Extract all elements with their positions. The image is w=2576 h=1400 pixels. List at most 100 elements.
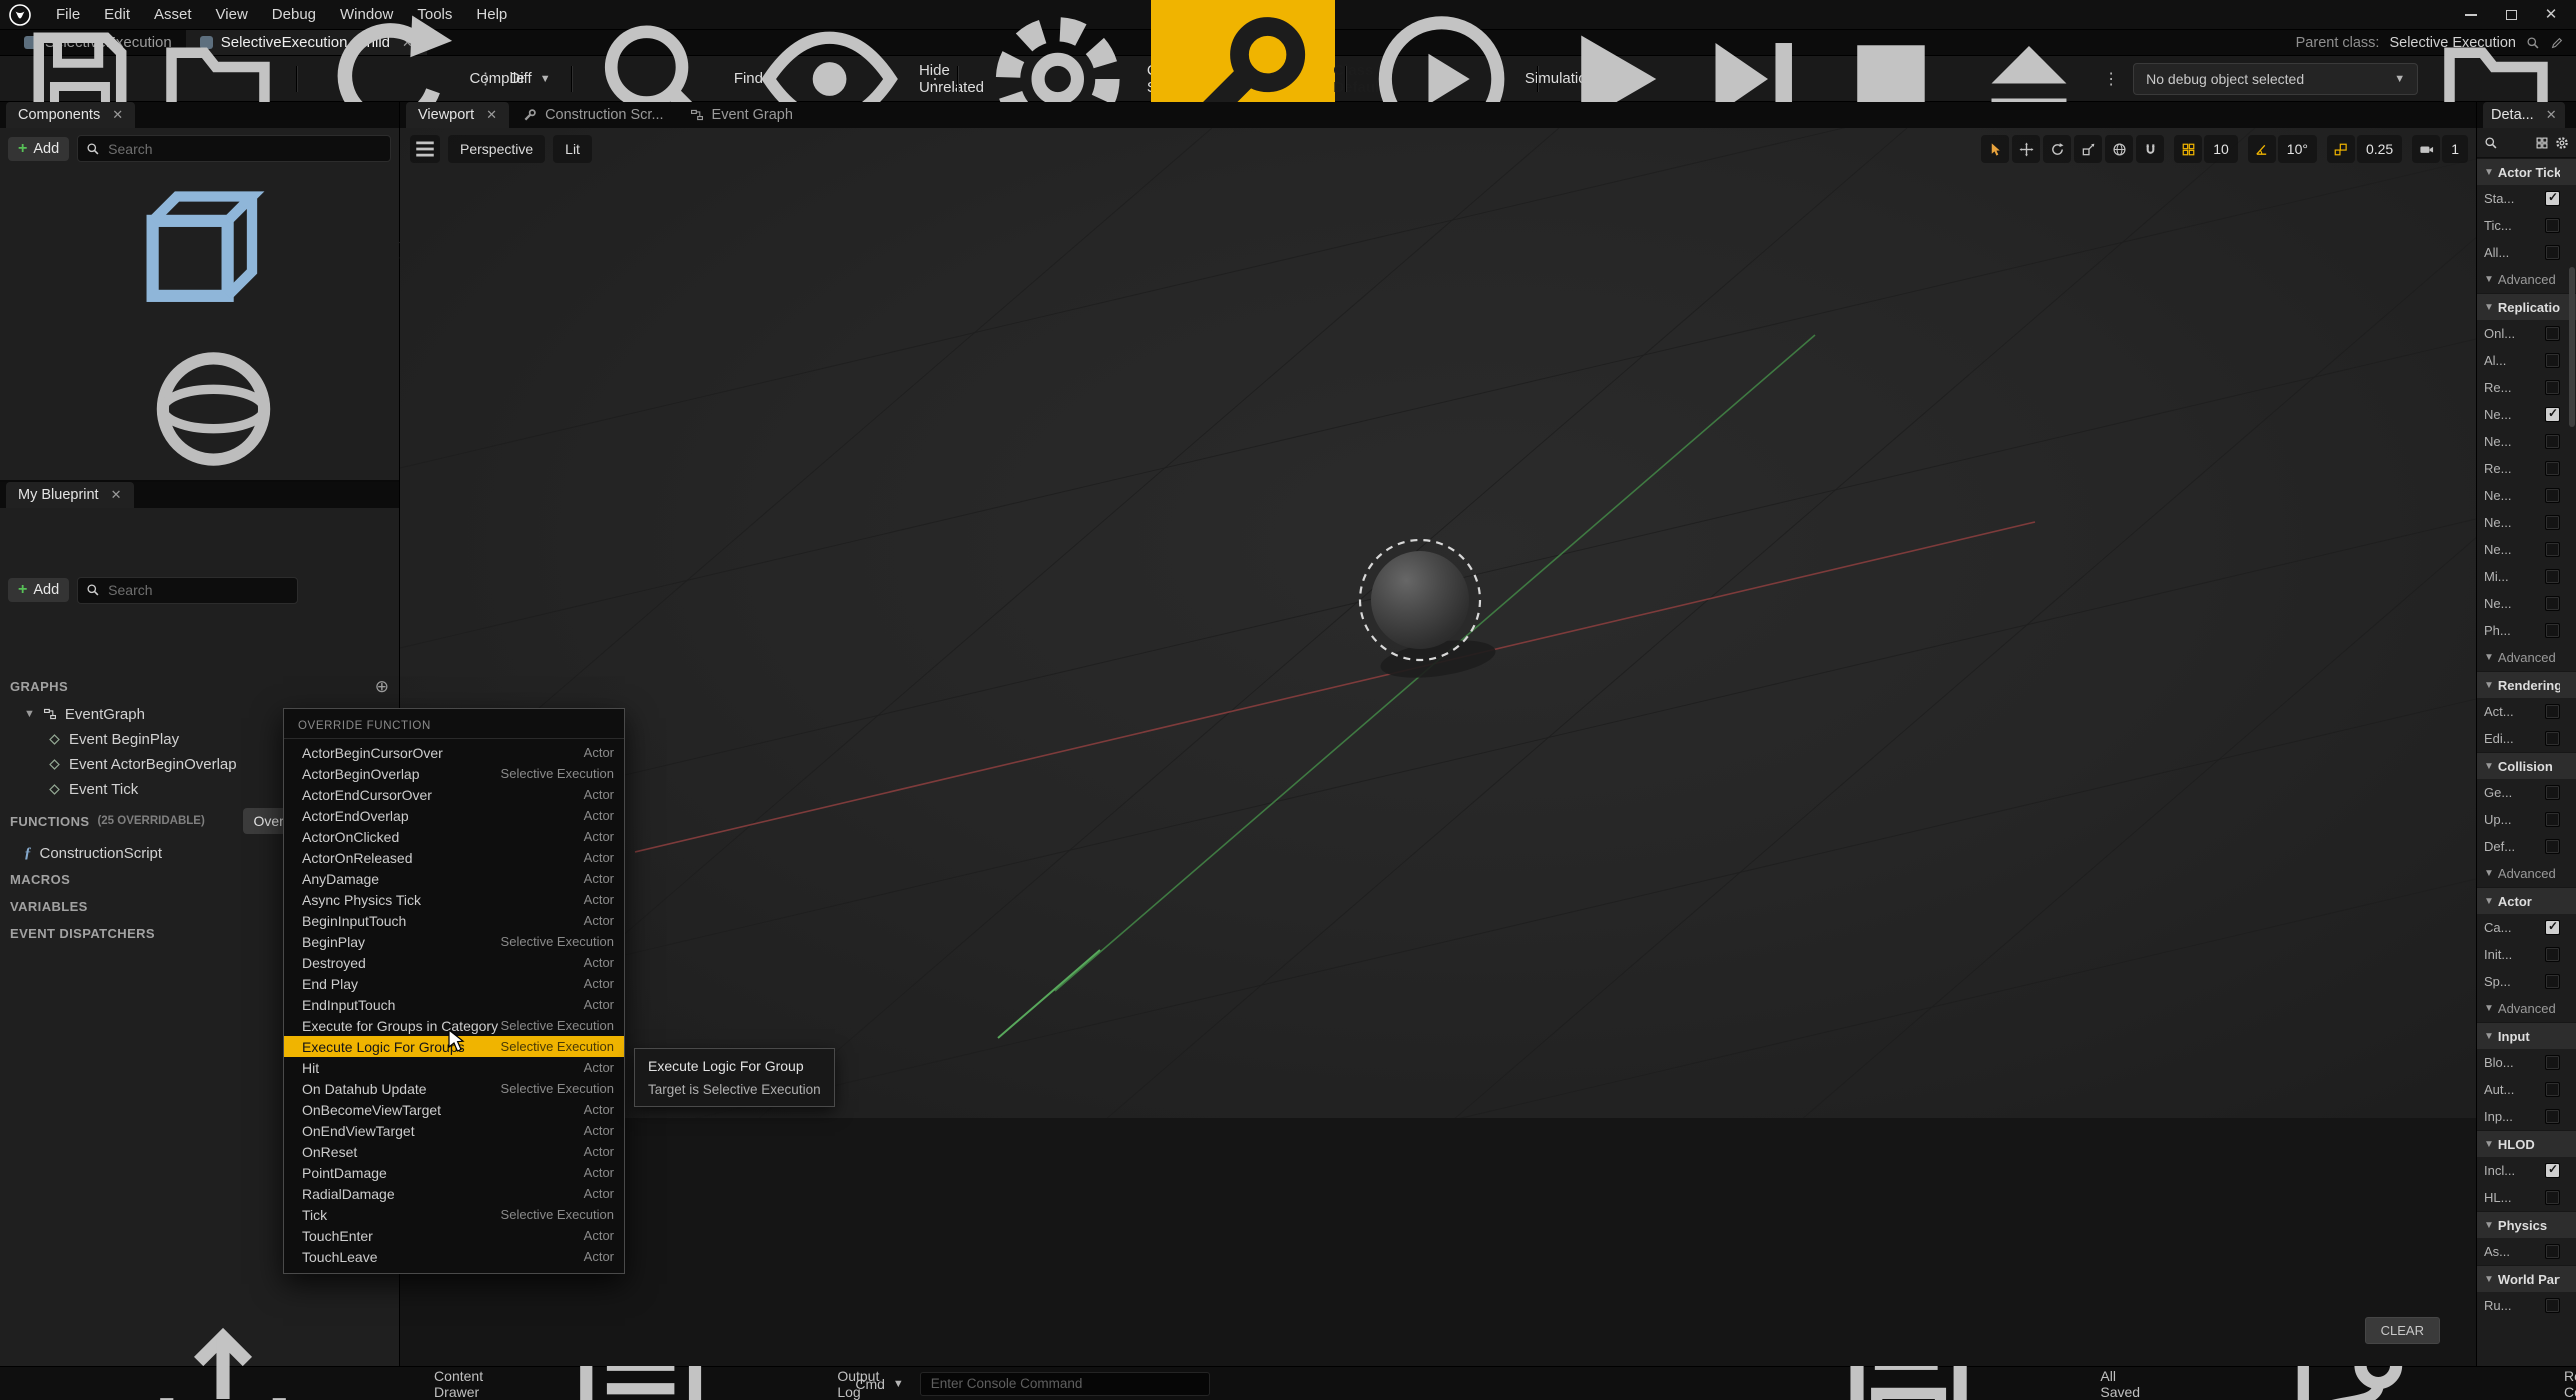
property-checkbox[interactable] [2545, 839, 2560, 854]
details-row[interactable]: ▼ Ne... [2477, 536, 2576, 563]
override-menu-item[interactable]: OnBecomeViewTarget Actor [284, 1099, 624, 1120]
grid-snap-value[interactable]: 10 [2204, 135, 2238, 163]
camera-speed-icon[interactable] [2412, 135, 2440, 163]
components-search-input[interactable] [108, 141, 382, 157]
details-row[interactable]: ▼ Advanced [2477, 644, 2576, 671]
override-menu-item[interactable]: ActorBeginOverlap Selective Execution [284, 763, 624, 784]
details-row[interactable]: ▼ Actor Tick [2477, 158, 2576, 185]
menubar-item[interactable]: Help [464, 2, 519, 27]
details-row[interactable]: ▼ Ne... [2477, 482, 2576, 509]
compile-options-icon[interactable]: ⋮ [473, 63, 497, 95]
details-row[interactable]: ▼ Replication [2477, 293, 2576, 320]
details-row[interactable]: ▼ Ne... [2477, 428, 2576, 455]
property-checkbox[interactable] [2545, 812, 2560, 827]
details-row[interactable]: ▼ Advanced [2477, 995, 2576, 1022]
chevron-down-icon[interactable]: ▼ [24, 708, 35, 720]
scale-tool-icon[interactable] [2074, 135, 2102, 163]
details-row[interactable]: ▼ Advanced [2477, 860, 2576, 887]
override-menu-item[interactable]: Destroyed Actor [284, 952, 624, 973]
property-checkbox[interactable] [2545, 1055, 2560, 1070]
play-options-icon[interactable]: ⋮ [2099, 63, 2123, 95]
close-tab-icon[interactable]: ✕ [2546, 107, 2557, 123]
tab-details[interactable]: Deta... ✕ [2483, 102, 2565, 128]
details-row[interactable]: ▼ Rendering [2477, 671, 2576, 698]
property-checkbox[interactable] [2545, 326, 2560, 341]
component-row-self[interactable]: SelectiveExecution_Child (Self) [0, 169, 399, 329]
select-tool-icon[interactable] [1981, 135, 2009, 163]
property-checkbox[interactable] [2545, 974, 2560, 989]
my-blueprint-search[interactable] [77, 577, 298, 604]
details-row[interactable]: ▼ Ne... [2477, 509, 2576, 536]
details-row[interactable]: ▼ Inp... [2477, 1103, 2576, 1130]
details-row[interactable]: ▼ Up... [2477, 806, 2576, 833]
details-row[interactable]: ▼ Ne... [2477, 590, 2576, 617]
override-menu-item[interactable]: PointDamage Actor [284, 1162, 624, 1183]
details-row[interactable]: ▼ Ge... [2477, 779, 2576, 806]
property-checkbox[interactable] [2545, 1109, 2560, 1124]
property-checkbox[interactable] [2545, 1190, 2560, 1205]
property-checkbox[interactable] [2545, 920, 2560, 935]
details-row[interactable]: ▼ HL... [2477, 1184, 2576, 1211]
details-row[interactable]: ▼ Blo... [2477, 1049, 2576, 1076]
details-row[interactable]: ▼ Re... [2477, 455, 2576, 482]
details-row[interactable]: ▼ Input [2477, 1022, 2576, 1049]
property-checkbox[interactable] [2545, 1082, 2560, 1097]
property-checkbox[interactable] [2545, 1298, 2560, 1313]
override-menu-item[interactable]: On Datahub Update Selective Execution [284, 1078, 624, 1099]
details-row[interactable]: ▼ Edi... [2477, 725, 2576, 752]
details-row[interactable]: ▼ Act... [2477, 698, 2576, 725]
override-menu-item[interactable]: ActorOnReleased Actor [284, 847, 624, 868]
search-icon[interactable] [2484, 136, 2498, 150]
details-row[interactable]: ▼ Init... [2477, 941, 2576, 968]
add-component-button[interactable]: + Add [8, 137, 69, 161]
details-row[interactable]: ▼ Incl... [2477, 1157, 2576, 1184]
tab-my-blueprint[interactable]: My Blueprint ✕ [6, 482, 134, 508]
details-row[interactable]: ▼ Ca... [2477, 914, 2576, 941]
property-checkbox[interactable] [2545, 434, 2560, 449]
details-row[interactable]: ▼ Sta... [2477, 185, 2576, 212]
component-row-defaultsceneroot[interactable]: DefaultSceneRoot Edit in Blueprint [0, 329, 399, 489]
scale-snap-icon[interactable] [2327, 135, 2355, 163]
console-command-field[interactable] [920, 1372, 1210, 1396]
details-row[interactable]: ▼ World Parti [2477, 1265, 2576, 1292]
details-row[interactable]: ▼ HLOD [2477, 1130, 2576, 1157]
cmd-dropdown[interactable]: Cmd ▼ [845, 1371, 913, 1397]
viewport-options-hamburger-icon[interactable] [410, 135, 440, 163]
override-menu-item[interactable]: Hit Actor [284, 1057, 624, 1078]
property-checkbox[interactable] [2545, 245, 2560, 260]
tab-components[interactable]: Components ✕ [6, 102, 135, 128]
override-menu-item[interactable]: ActorBeginCursorOver Actor [284, 742, 624, 763]
property-checkbox[interactable] [2545, 785, 2560, 800]
override-menu-item[interactable]: OnEndViewTarget Actor [284, 1120, 624, 1141]
perspective-dropdown[interactable]: Perspective [448, 135, 545, 163]
property-checkbox[interactable] [2545, 596, 2560, 611]
override-menu-item[interactable]: EndInputTouch Actor [284, 994, 624, 1015]
details-row[interactable]: ▼ Al... [2477, 347, 2576, 374]
override-menu-item[interactable]: ActorEndOverlap Actor [284, 805, 624, 826]
details-row[interactable]: ▼ Mi... [2477, 563, 2576, 590]
details-row[interactable]: ▼ Re... [2477, 374, 2576, 401]
override-menu-item[interactable]: RadialDamage Actor [284, 1183, 624, 1204]
property-checkbox[interactable] [2545, 731, 2560, 746]
property-matrix-icon[interactable] [2535, 136, 2549, 150]
details-row[interactable]: ▼ Aut... [2477, 1076, 2576, 1103]
override-menu-item[interactable]: TouchEnter Actor [284, 1225, 624, 1246]
surface-snapping-icon[interactable] [2136, 135, 2164, 163]
add-blueprint-item-button[interactable]: + Add [8, 578, 69, 602]
override-menu-item[interactable]: Async Physics Tick Actor [284, 889, 624, 910]
property-checkbox[interactable] [2545, 353, 2560, 368]
override-menu-item[interactable]: TouchLeave Actor [284, 1246, 624, 1267]
details-row[interactable]: ▼ Advanced [2477, 266, 2576, 293]
details-row[interactable]: ▼ Collision [2477, 752, 2576, 779]
property-checkbox[interactable] [2545, 1244, 2560, 1259]
close-tab-icon[interactable]: ✕ [111, 487, 122, 503]
tab-event-graph[interactable]: Event Graph [678, 102, 805, 128]
move-tool-icon[interactable] [2012, 135, 2040, 163]
details-settings-gear-icon[interactable] [2555, 136, 2569, 150]
camera-speed-value[interactable]: 1 [2442, 135, 2468, 163]
grid-snap-icon[interactable] [2174, 135, 2202, 163]
override-menu-item[interactable]: OnReset Actor [284, 1141, 624, 1162]
property-checkbox[interactable] [2545, 542, 2560, 557]
details-row[interactable]: ▼ Actor [2477, 887, 2576, 914]
property-checkbox[interactable] [2545, 704, 2560, 719]
